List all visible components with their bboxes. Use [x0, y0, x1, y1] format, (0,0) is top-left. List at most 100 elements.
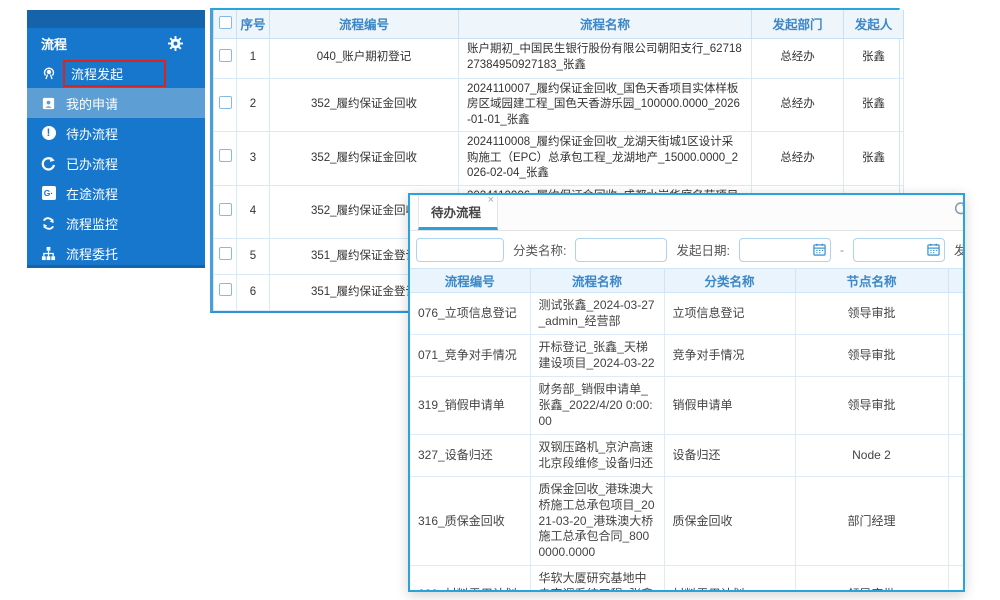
row-spacer — [948, 476, 963, 567]
tab-pending-processes[interactable]: 待办流程 × — [418, 195, 499, 230]
table-row[interactable]: 3 352_履约保证金回收 2024110008_履约保证金回收_龙湖天街城1区… — [213, 131, 904, 186]
list-item[interactable]: 316_质保金回收 质保金回收_港珠澳大桥施工总承包项目_2021-03-20_… — [410, 476, 963, 567]
row-checkbox[interactable] — [218, 247, 232, 261]
main-table-header-row: 序号 流程编号 流程名称 发起部门 发起人 — [213, 10, 904, 39]
col-header-code: 流程编号 — [410, 268, 531, 293]
sidebar-item-label: 在途流程 — [66, 186, 119, 202]
col-header-node: 节点名称 — [795, 268, 949, 293]
col-header-name: 流程名称 — [458, 10, 752, 39]
row-spacer — [948, 434, 963, 478]
refresh-icon — [40, 215, 57, 232]
row-checkbox[interactable] — [218, 48, 232, 62]
row-checkbox-cell — [213, 131, 237, 186]
row-no: 3 — [236, 131, 270, 186]
sidebar-top-strip — [27, 10, 205, 28]
date-from-input[interactable] — [738, 237, 831, 262]
table-row[interactable]: 1 040_账户期初登记 账户期初_中国民生银行股份有限公司朝阳支行_62718… — [213, 37, 904, 79]
row-category: 立项信息登记 — [664, 291, 796, 336]
gear-icon[interactable] — [167, 35, 184, 52]
sidebar-item-pending-processes[interactable]: ! 待办流程 — [27, 118, 205, 148]
list-item[interactable]: 083_材料需用计划 华软大厦研究基地中央空调系统工程_张鑫_2020-03-1… — [410, 565, 963, 590]
row-checkbox-cell — [213, 184, 237, 240]
row-node: Node 2 — [795, 434, 949, 478]
row-dept: 总经办 — [751, 77, 844, 133]
sidebar-header: 流程 — [27, 28, 205, 58]
date-from-field — [738, 237, 831, 262]
panel-tab-bar: 待办流程 × — [410, 195, 963, 231]
row-category: 设备归还 — [664, 434, 796, 478]
sidebar-item-label: 已办流程 — [66, 156, 119, 172]
row-node: 领导审批 — [795, 376, 949, 436]
popup-table-body: 076_立项信息登记 测试张鑫_2024-03-27_admin_经营部 立项信… — [410, 291, 963, 590]
row-checkbox[interactable] — [218, 202, 232, 216]
date-to-field — [852, 237, 945, 262]
refresh-icon[interactable] — [954, 201, 963, 220]
row-code: 352_履约保证金回收 — [269, 77, 459, 133]
row-node: 领导审批 — [795, 291, 949, 336]
row-category: 质保金回收 — [664, 476, 796, 567]
row-no: 5 — [236, 238, 270, 276]
row-checkbox-cell — [213, 77, 237, 133]
g-square-icon: G· — [40, 185, 57, 202]
row-name: 测试张鑫_2024-03-27_admin_经营部 — [530, 291, 665, 336]
row-checkbox-cell — [213, 37, 237, 79]
row-no: 6 — [236, 274, 270, 312]
sidebar-item-process-delegate[interactable]: 流程委托 — [27, 238, 205, 268]
row-code: 076_立项信息登记 — [410, 291, 531, 336]
redo-arrow-icon — [40, 155, 57, 172]
row-checkbox[interactable] — [218, 283, 232, 297]
row-name: 开标登记_张鑫_天梯建设项目_2024-03-22 — [530, 334, 665, 378]
col-header-initiator: 发起人 — [843, 10, 904, 39]
row-spacer — [948, 334, 963, 378]
red-highlight-ring: 流程发起 — [63, 59, 166, 87]
row-code: 319_销假申请单 — [410, 376, 531, 436]
sidebar-item-intransit-processes[interactable]: G· 在途流程 — [27, 178, 205, 208]
row-initiator: 张鑫 — [843, 77, 904, 133]
select-all-checkbox[interactable] — [218, 15, 232, 29]
category-input[interactable] — [575, 237, 668, 262]
row-name: 双钢压路机_京沪高速北京段维修_设备归还 — [530, 434, 665, 478]
list-item[interactable]: 076_立项信息登记 测试张鑫_2024-03-27_admin_经营部 立项信… — [410, 291, 963, 336]
col-header-category: 分类名称 — [664, 268, 796, 293]
row-name: 质保金回收_港珠澳大桥施工总承包项目_2021-03-20_港珠澳大桥施工总承包… — [530, 476, 665, 567]
sidebar-item-my-applications[interactable]: 我的申请 — [27, 88, 205, 118]
row-checkbox[interactable] — [218, 149, 232, 163]
list-item[interactable]: 327_设备归还 双钢压路机_京沪高速北京段维修_设备归还 设备归还 Node … — [410, 434, 963, 478]
sidebar-item-label: 待办流程 — [66, 126, 119, 142]
row-code: 083_材料需用计划 — [410, 565, 531, 590]
row-category: 材料需用计划 — [664, 565, 796, 590]
row-code: 316_质保金回收 — [410, 476, 531, 567]
date-label: 发起日期: — [676, 244, 730, 258]
row-node: 部门经理 — [795, 476, 949, 567]
row-name: 2024110007_履约保证金回收_国色天香项目实体样板房区域园建工程_国色天… — [458, 77, 752, 133]
col-header-name: 流程名称 — [530, 268, 665, 293]
process-name-input[interactable] — [416, 237, 504, 262]
exclamation-circle-icon: ! — [40, 125, 57, 142]
row-name: 华软大厦研究基地中央空调系统工程_张鑫_2020-03-19 — [530, 565, 665, 590]
sidebar-item-process-initiate[interactable]: 流程发起 — [27, 58, 205, 88]
table-row[interactable]: 2 352_履约保证金回收 2024110007_履约保证金回收_国色天香项目实… — [213, 77, 904, 133]
popup-table-header-row: 流程编号 流程名称 分类名称 节点名称 — [410, 268, 963, 293]
sidebar-item-done-processes[interactable]: 已办流程 — [27, 148, 205, 178]
row-category: 竞争对手情况 — [664, 334, 796, 378]
row-category: 销假申请单 — [664, 376, 796, 436]
row-name: 2024110008_履约保证金回收_龙湖天街城1区设计采购施工（EPC）总承包… — [458, 131, 752, 186]
row-checkbox[interactable] — [218, 95, 232, 109]
sidebar-item-process-monitor[interactable]: 流程监控 — [27, 208, 205, 238]
list-item[interactable]: 071_竞争对手情况 开标登记_张鑫_天梯建设项目_2024-03-22 竞争对… — [410, 334, 963, 378]
row-code: 327_设备归还 — [410, 434, 531, 478]
row-code: 040_账户期初登记 — [269, 37, 459, 79]
row-spacer — [948, 565, 963, 590]
col-header-code: 流程编号 — [269, 10, 459, 39]
date-separator: - — [839, 242, 844, 257]
row-name: 账户期初_中国民生银行股份有限公司朝阳支行_627182738495092718… — [458, 37, 752, 79]
list-item[interactable]: 319_销假申请单 财务部_销假申请单_张鑫_2022/4/20 0:00:00… — [410, 376, 963, 436]
col-header-dept: 发起部门 — [751, 10, 844, 39]
row-spacer — [948, 376, 963, 436]
row-code: 352_履约保证金回收 — [269, 131, 459, 186]
row-no: 2 — [236, 77, 270, 133]
row-dept: 总经办 — [751, 37, 844, 79]
sidebar-item-label: 流程监控 — [66, 216, 119, 232]
date-to-input[interactable] — [852, 237, 945, 262]
close-icon[interactable]: × — [488, 195, 494, 206]
